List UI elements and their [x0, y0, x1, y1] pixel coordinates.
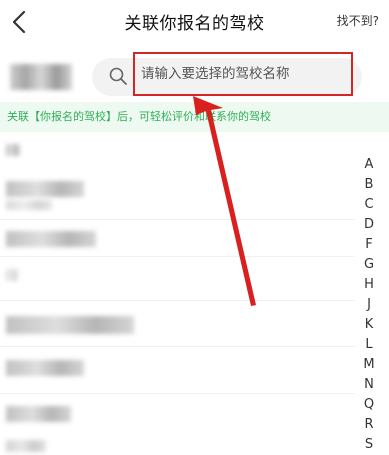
index-letter-m[interactable]: M: [361, 355, 377, 375]
index-letter-f[interactable]: F: [361, 235, 377, 255]
search-icon: [109, 67, 127, 85]
page-title: 关联你报名的驾校: [124, 14, 265, 34]
list-item[interactable]: [6, 200, 52, 210]
index-letter-h[interactable]: H: [361, 275, 377, 295]
index-letter-r[interactable]: R: [361, 415, 377, 435]
list-divider: [0, 393, 355, 394]
list-item[interactable]: [6, 440, 46, 452]
index-letter-g[interactable]: G: [361, 255, 377, 275]
list-item[interactable]: [6, 181, 84, 197]
list-item[interactable]: [6, 316, 134, 334]
list-divider: [0, 346, 355, 347]
list-item[interactable]: [6, 144, 20, 156]
index-letter-a[interactable]: A: [361, 155, 377, 175]
index-letter-j[interactable]: J: [361, 295, 377, 315]
list-item[interactable]: [6, 360, 84, 376]
list-divider: [0, 256, 355, 257]
index-letter-d[interactable]: D: [361, 215, 377, 235]
index-letter-n[interactable]: N: [361, 375, 377, 395]
top-navigation-bar: 关联你报名的驾校 找不到?: [0, 0, 389, 44]
list-item[interactable]: [6, 406, 71, 422]
list-item[interactable]: [6, 269, 18, 281]
list-divider: [0, 300, 355, 301]
search-input[interactable]: [133, 52, 353, 96]
index-letter-b[interactable]: B: [361, 175, 377, 195]
list-divider: [0, 219, 355, 220]
index-letter-s[interactable]: S: [361, 435, 377, 455]
info-banner: 关联【你报名的驾校】后，可轻松评价和联系你的驾校: [0, 102, 389, 132]
alphabet-index-bar[interactable]: A B C D F G H J K L M N Q R S: [361, 155, 377, 455]
index-letter-l[interactable]: L: [361, 335, 377, 355]
city-selector[interactable]: [10, 64, 72, 90]
index-letter-q[interactable]: Q: [361, 395, 377, 415]
index-letter-k[interactable]: K: [361, 315, 377, 335]
list-item[interactable]: [6, 231, 96, 247]
index-letter-c[interactable]: C: [361, 195, 377, 215]
cannot-find-link[interactable]: 找不到?: [337, 12, 379, 29]
